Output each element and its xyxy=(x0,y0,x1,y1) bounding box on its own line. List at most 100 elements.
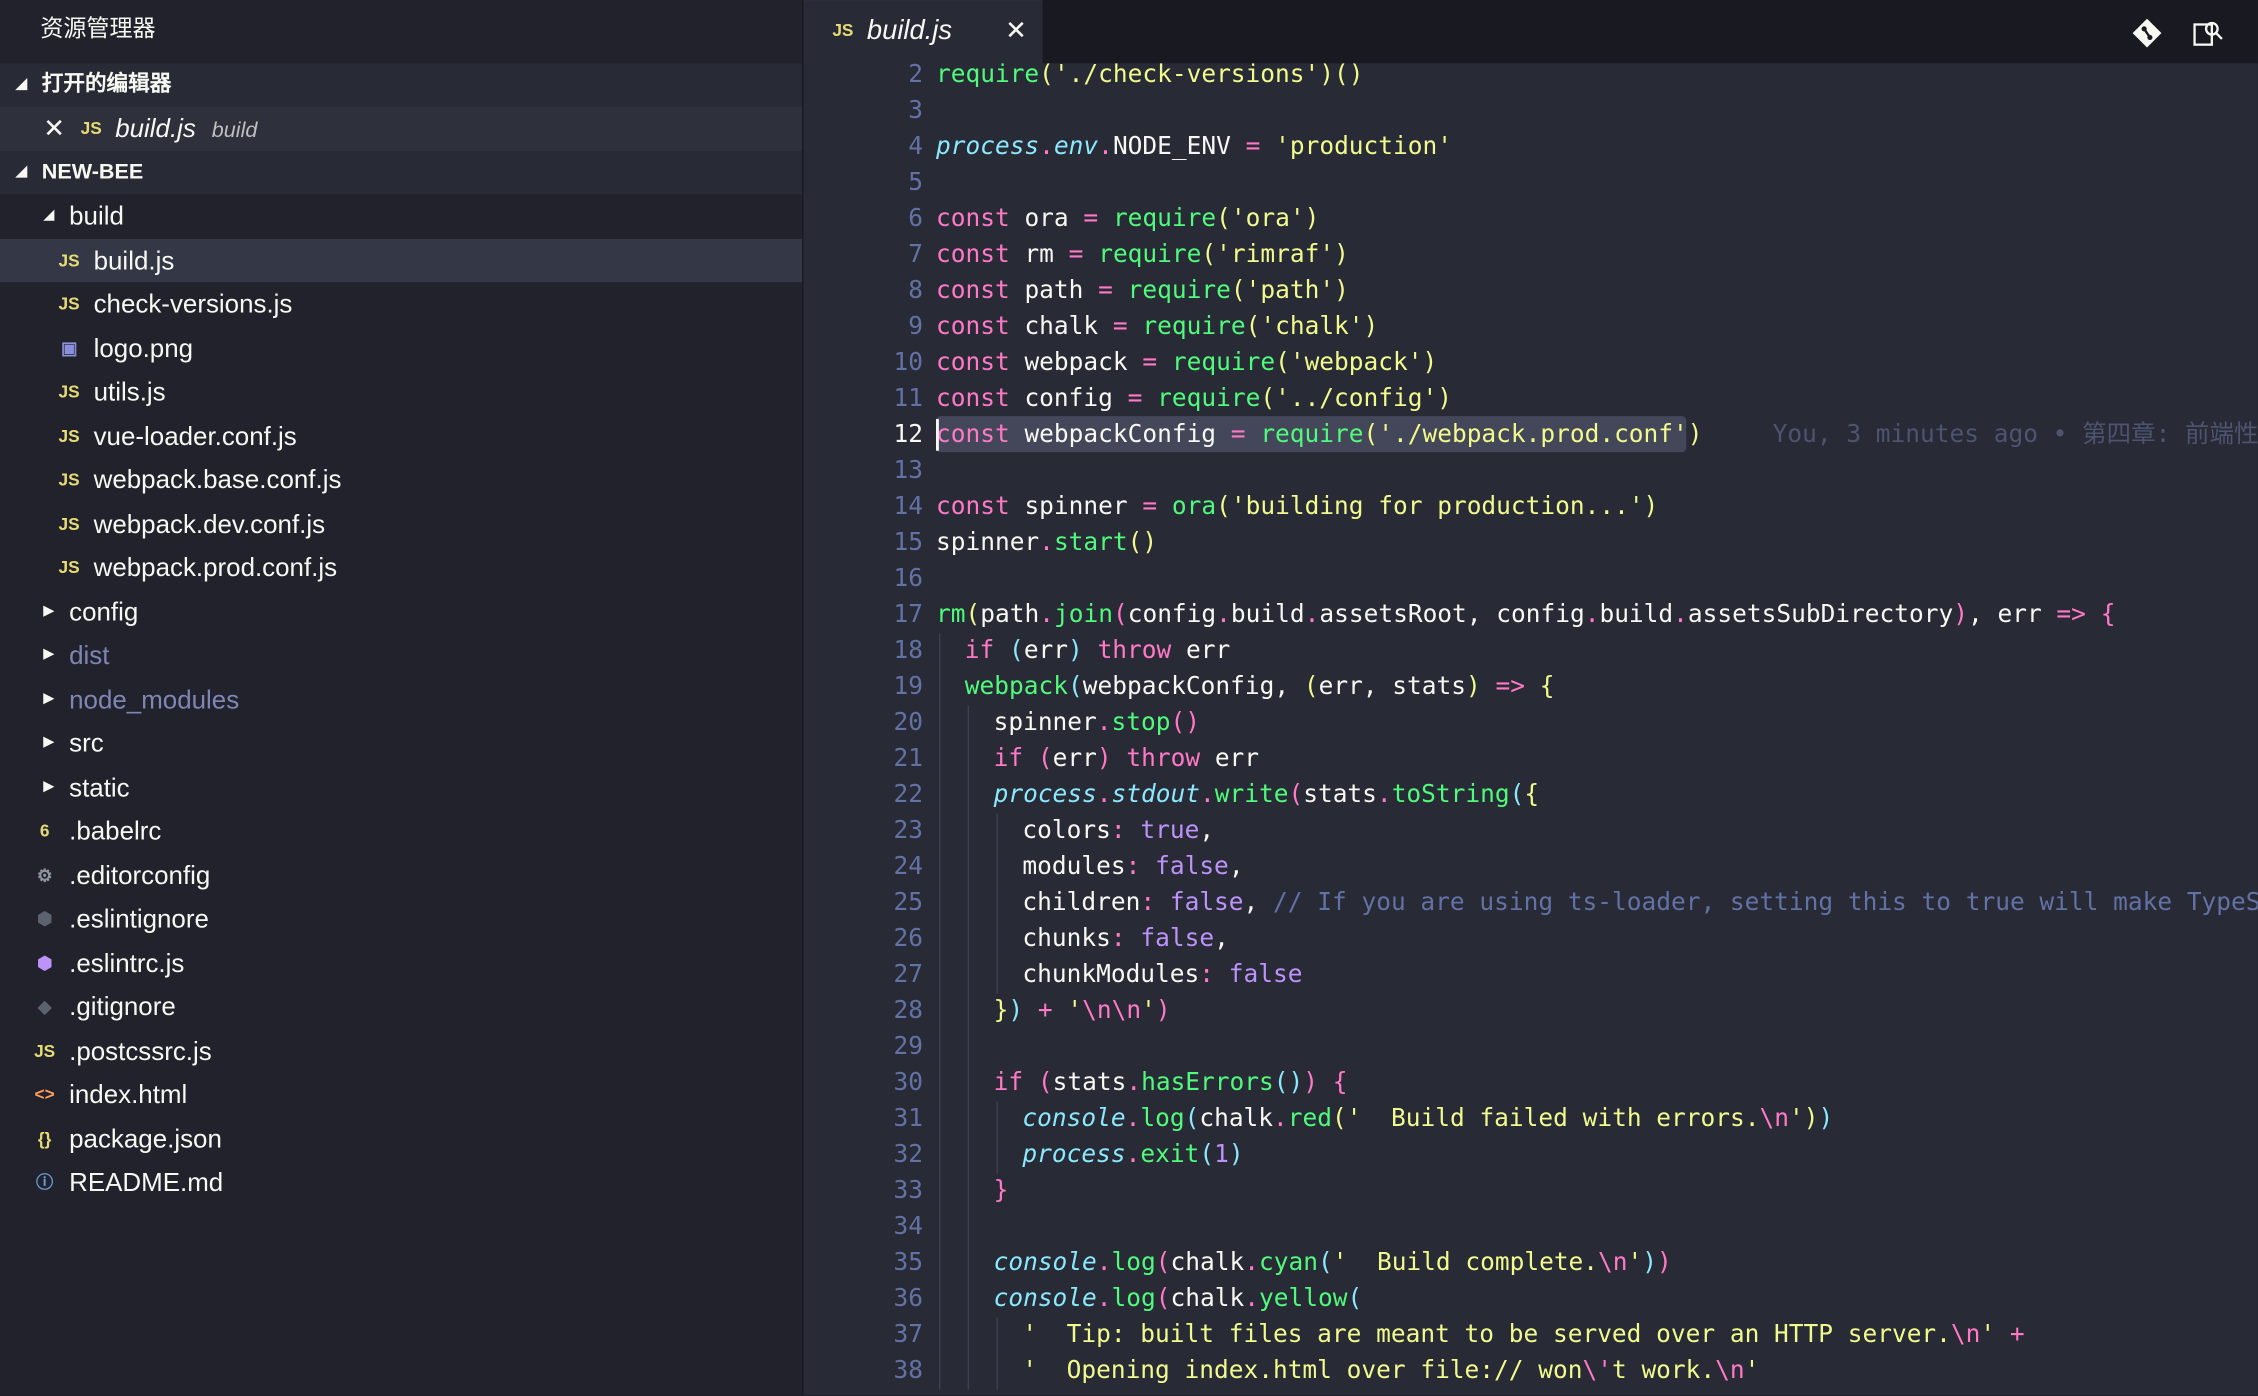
file-row[interactable]: {} package.json xyxy=(0,1117,802,1161)
line-source: process.stdout.write(stats.toString({ xyxy=(993,780,1540,810)
file-row[interactable]: ◆ .gitignore xyxy=(0,985,802,1029)
line-number: 38 xyxy=(893,1356,924,1386)
js-file-icon: JS xyxy=(34,1040,56,1061)
file-row[interactable]: ⬢ .eslintrc.js xyxy=(0,941,802,985)
file-row[interactable]: JS vue-loader.conf.js xyxy=(0,414,802,458)
folder-row[interactable]: ▶ dist xyxy=(0,634,802,678)
tree-item-label: build.js xyxy=(93,245,175,275)
file-tree: ◢ build JS build.js JS check-versions.js ▣ logo… xyxy=(0,194,803,1205)
code-line: 22 process.stdout.write(stats.toString({ xyxy=(804,777,2258,814)
line-number: 28 xyxy=(893,996,924,1026)
chevron-down-icon: ◢ xyxy=(15,164,27,180)
code-line: 30 if (stats.hasErrors()) { xyxy=(804,1065,2258,1102)
line-number: 35 xyxy=(893,1248,924,1278)
line-number: 27 xyxy=(893,960,924,990)
line-source: spinner.stop() xyxy=(993,708,1201,738)
chevron-right-icon: ▶ xyxy=(43,734,55,751)
tree-item-label: src xyxy=(69,728,104,758)
indent-guide xyxy=(967,741,970,778)
line-number: 9 xyxy=(908,312,924,342)
file-row[interactable]: ▣ logo.png xyxy=(0,326,802,370)
json-icon: {} xyxy=(37,1128,52,1149)
indent-guide xyxy=(938,1245,941,1282)
open-editors-header[interactable]: ◢ 打开的编辑器 xyxy=(0,63,803,107)
tree-item-label: .babelrc xyxy=(69,816,162,846)
file-row[interactable]: JS utils.js xyxy=(0,370,802,414)
file-row[interactable]: JS check-versions.js xyxy=(0,282,802,326)
file-row[interactable]: JS webpack.base.conf.js xyxy=(0,458,802,502)
code-line: 15 spinner.start() xyxy=(804,526,2258,562)
close-icon[interactable]: ✕ xyxy=(43,107,65,152)
code-line: 25 children: false, // If you are using t… xyxy=(804,885,2258,922)
line-number: 19 xyxy=(893,672,924,702)
open-changes-icon[interactable] xyxy=(2192,17,2224,49)
code-editor[interactable]: 2 require('./check-versions')() 3 4 process.… xyxy=(804,63,2258,1395)
indent-guide xyxy=(967,957,970,994)
vscode-window: 资源管理器 ◢ 打开的编辑器 ✕ JS build.js build ◢ NEW… xyxy=(0,0,2258,1396)
code-line: 21 if (err) throw err xyxy=(804,741,2258,778)
code-line: 31 console.log(chalk.red(' Build failed w… xyxy=(804,1101,2258,1138)
tree-item-label: package.json xyxy=(69,1123,222,1153)
line-source: console.log(chalk.cyan(' Build complete.… xyxy=(993,1248,1672,1278)
explorer-sidebar: 资源管理器 ◢ 打开的编辑器 ✕ JS build.js build ◢ NEW… xyxy=(0,0,804,1396)
git-compare-icon[interactable] xyxy=(2131,17,2163,49)
code-line: 12 const webpackConfig = require('./webpa… xyxy=(804,416,2258,454)
code-line: 26 chunks: false, xyxy=(804,921,2258,958)
indent-guide xyxy=(938,849,941,886)
file-row[interactable]: 6 .babelrc xyxy=(0,809,802,853)
line-source: const config = require('../config') xyxy=(936,384,1452,414)
line-number: 26 xyxy=(893,924,924,954)
tab-build-js[interactable]: JS build.js ✕ xyxy=(803,0,1043,65)
tab-label: build.js xyxy=(866,15,953,47)
line-source: require('./check-versions')() xyxy=(936,63,1364,90)
indent-guide xyxy=(967,1245,970,1282)
line-number: 32 xyxy=(893,1140,924,1170)
project-header[interactable]: ◢ NEW-BEE xyxy=(0,151,803,195)
folder-row[interactable]: ▶ static xyxy=(0,765,802,809)
js-file-icon: JS xyxy=(58,381,80,402)
file-row[interactable]: ⬢ .eslintignore xyxy=(0,897,802,941)
line-number: 18 xyxy=(893,636,924,666)
line-number: 14 xyxy=(893,492,924,522)
open-editor-item[interactable]: ✕ JS build.js build xyxy=(0,106,803,152)
line-source: const webpackConfig = require('./webpack… xyxy=(936,420,1703,450)
line-number: 34 xyxy=(893,1212,924,1242)
folder-row[interactable]: ▶ config xyxy=(0,590,802,634)
folder-row[interactable]: ▶ node_modules xyxy=(0,678,802,722)
file-row[interactable]: JS .postcssrc.js xyxy=(0,1029,802,1073)
folder-row[interactable]: ▶ src xyxy=(0,721,802,765)
code-line: 20 spinner.stop() xyxy=(804,705,2258,742)
file-row[interactable]: ⓘ README.md xyxy=(0,1161,802,1205)
indent-guide xyxy=(938,741,941,778)
file-row[interactable]: ⚙ .editorconfig xyxy=(0,853,802,897)
folder-row[interactable]: ◢ build xyxy=(0,194,802,238)
line-source: process.env.NODE_ENV = 'production' xyxy=(936,132,1452,162)
line-source: if (stats.hasErrors()) { xyxy=(993,1068,1348,1098)
file-row[interactable]: <> index.html xyxy=(0,1073,802,1117)
tree-item-label: node_modules xyxy=(69,684,240,714)
file-row[interactable]: JS webpack.dev.conf.js xyxy=(0,502,802,546)
tree-item-label: check-versions.js xyxy=(93,289,293,319)
git-icon: ◆ xyxy=(37,996,52,1017)
info-icon: ⓘ xyxy=(35,1172,54,1193)
indent-guide xyxy=(938,1317,941,1354)
indent-guide xyxy=(938,669,941,706)
tab-close-icon[interactable]: ✕ xyxy=(1005,16,1027,46)
indent-guide xyxy=(967,1101,970,1138)
line-number: 13 xyxy=(893,456,924,486)
js-file-icon: JS xyxy=(832,20,854,41)
file-row[interactable]: JS build.js xyxy=(0,238,803,283)
code-line: 11 const config = require('../config') xyxy=(804,382,2258,418)
indent-guide xyxy=(938,1209,941,1246)
indent-guide xyxy=(938,633,941,670)
indent-guide xyxy=(938,1353,941,1390)
code-line: 36 console.log(chalk.yellow( xyxy=(804,1281,2258,1318)
tree-item-label: vue-loader.conf.js xyxy=(93,421,297,451)
indent-guide xyxy=(938,921,941,958)
chevron-right-icon: ▶ xyxy=(43,778,55,795)
tab-bar: JS build.js ✕ xyxy=(803,0,2258,65)
explorer-title: 资源管理器 xyxy=(40,17,156,42)
code-line: 33} xyxy=(804,1173,2258,1210)
code-line: 37 ' Tip: built files are meant to be ser… xyxy=(804,1317,2258,1354)
file-row[interactable]: JS webpack.prod.conf.js xyxy=(0,546,802,590)
